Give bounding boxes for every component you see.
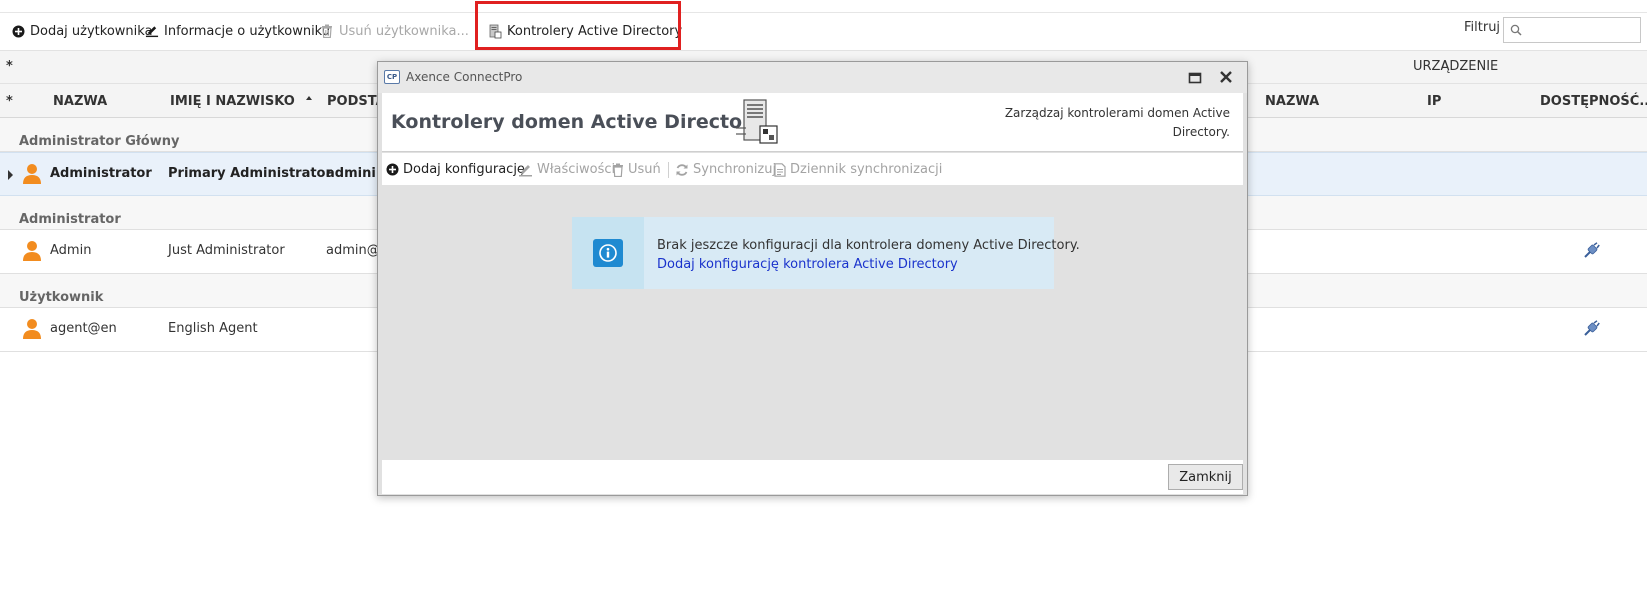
info-message: Brak jeszcze konfiguracji dla kontrolera… — [657, 238, 1080, 253]
document-icon — [774, 162, 786, 177]
sync-log-button[interactable]: Dziennik synchronizacji — [774, 162, 942, 177]
cell-login: admini: — [326, 166, 381, 181]
filter-label: Filtruj — [1464, 20, 1501, 35]
ad-controllers-dialog: CP Axence ConnectPro Kontrolery domen Ac… — [377, 61, 1248, 496]
close-icon[interactable] — [1217, 68, 1235, 86]
column-header-ip[interactable]: IP — [1427, 94, 1441, 109]
delete-user-button[interactable]: Usuń użytkownika... — [320, 21, 469, 41]
cell-name: Admin — [50, 243, 92, 258]
column-header-availability[interactable]: DOSTĘPNOŚĆ... — [1540, 94, 1647, 109]
user-info-label: Informacje o użytkowniku — [164, 23, 331, 39]
cell-login: admin@ — [326, 243, 380, 258]
column-header-device-name[interactable]: NAZWA — [1265, 94, 1319, 109]
group-label: Administrator Główny — [19, 134, 180, 149]
dialog-app-title: Axence ConnectPro — [406, 70, 523, 84]
device-group-header: URZĄDZENIE — [1413, 59, 1499, 74]
cell-name: agent@en — [50, 321, 117, 336]
sort-asc-icon — [306, 96, 312, 100]
add-config-label: Dodaj konfigurację — [403, 162, 525, 177]
refresh-icon — [676, 163, 688, 176]
delete-user-label: Usuń użytkownika... — [339, 23, 469, 39]
dialog-footer: Zamknij — [382, 460, 1243, 494]
user-info-button[interactable]: Informacje o użytkowniku — [145, 21, 330, 41]
cell-name: Administrator — [50, 166, 152, 181]
server-icon — [736, 99, 778, 144]
properties-label: Właściwości — [537, 162, 616, 177]
add-user-button[interactable]: Dodaj użytkownika — [11, 21, 153, 41]
remote-connect-icon[interactable] — [1582, 242, 1600, 260]
cell-full-name: English Agent — [168, 321, 258, 336]
maximize-icon[interactable] — [1188, 71, 1202, 85]
filter-input-box[interactable] — [1503, 17, 1641, 43]
plus-circle-icon — [386, 163, 399, 176]
add-user-label: Dodaj użytkownika — [30, 23, 153, 39]
main-toolbar: Dodaj użytkownika Informacje o użytkowni… — [0, 12, 1647, 46]
synchronize-label: Synchronizuj — [693, 162, 777, 177]
search-icon — [1510, 24, 1522, 36]
add-config-button[interactable]: Dodaj konfigurację — [386, 162, 525, 177]
info-icon — [593, 239, 623, 267]
info-icon-area — [572, 217, 644, 289]
dialog-heading: Kontrolery domen Active Directory — [391, 111, 764, 133]
delete-label: Usuń — [628, 162, 661, 177]
column-header-full-name[interactable]: IMIĘ I NAZWISKO — [170, 94, 295, 109]
trash-icon — [613, 163, 623, 177]
properties-button[interactable]: Właściwości — [518, 162, 615, 177]
app-window: Dodaj użytkownika Informacje o użytkowni… — [0, 0, 1647, 593]
empty-state-info: Brak jeszcze konfiguracji dla kontrolera… — [572, 217, 1080, 289]
dialog-description: Zarządzaj kontrolerami domen Active Dire… — [1004, 106, 1230, 139]
user-icon — [23, 241, 41, 261]
remote-connect-icon[interactable] — [1582, 320, 1600, 338]
column-chooser[interactable]: * — [6, 94, 13, 109]
highlight-box — [475, 1, 681, 50]
filter-input[interactable] — [1528, 21, 1638, 39]
synchronize-button[interactable]: Synchronizuj — [675, 162, 776, 177]
close-dialog-button[interactable]: Zamknij — [1168, 464, 1243, 490]
plus-circle-icon — [11, 24, 25, 38]
add-config-link[interactable]: Dodaj konfigurację kontrolera Active Dir… — [657, 255, 958, 274]
pencil-icon — [145, 24, 159, 38]
delete-button[interactable]: Usuń — [612, 162, 661, 177]
group-label: Administrator — [19, 212, 121, 227]
column-header-name[interactable]: NAZWA — [53, 94, 107, 109]
user-icon — [23, 164, 41, 184]
dialog-toolbar: Dodaj konfigurację Właściwości Usuń Sync… — [382, 153, 1243, 185]
app-logo-icon: CP — [384, 70, 400, 84]
cell-full-name: Just Administrator — [168, 243, 285, 258]
group-label: Użytkownik — [19, 290, 104, 305]
row-selected-indicator — [8, 170, 13, 180]
grid-star: * — [6, 59, 13, 74]
user-icon — [23, 319, 41, 339]
sync-log-label: Dziennik synchronizacji — [790, 162, 943, 177]
dialog-titlebar[interactable]: CP Axence ConnectPro — [378, 62, 1247, 93]
dialog-header: Kontrolery domen Active Directory Zarząd… — [382, 93, 1243, 152]
pencil-icon — [519, 164, 532, 176]
cell-full-name: Primary Administrator — [168, 166, 332, 181]
toolbar-separator — [668, 162, 669, 178]
trash-icon — [320, 24, 334, 38]
